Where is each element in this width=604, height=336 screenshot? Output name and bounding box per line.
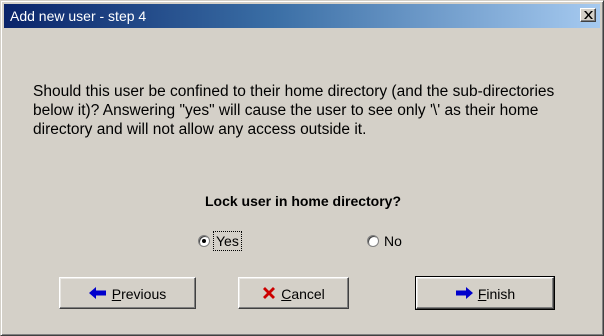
finish-button[interactable]: Finish xyxy=(415,276,555,310)
arrow-right-icon xyxy=(455,287,473,300)
add-user-dialog: Add new user - step 4 Should this user b… xyxy=(0,0,604,336)
finish-label: Finish xyxy=(477,286,516,303)
radio-button-icon[interactable] xyxy=(367,235,379,247)
close-button[interactable] xyxy=(580,8,596,22)
radio-selected-dot xyxy=(202,239,206,243)
radio-button-icon[interactable] xyxy=(198,235,210,247)
close-icon xyxy=(584,11,593,19)
cancel-label: Cancel xyxy=(281,286,325,303)
window-title: Add new user - step 4 xyxy=(10,8,147,24)
lock-question-label: Lock user in home directory? xyxy=(204,193,402,209)
cancel-button[interactable]: Cancel xyxy=(238,277,349,309)
previous-button[interactable]: Previous xyxy=(59,277,196,309)
yes-radio-label[interactable]: Yes xyxy=(213,231,242,251)
no-radio-label[interactable]: No xyxy=(384,233,402,249)
title-bar[interactable]: Add new user - step 4 xyxy=(4,4,600,28)
previous-label: Previous xyxy=(111,286,167,303)
arrow-left-icon xyxy=(88,287,106,300)
x-icon xyxy=(263,287,276,300)
description-text: Should this user be confined to their ho… xyxy=(33,83,555,138)
